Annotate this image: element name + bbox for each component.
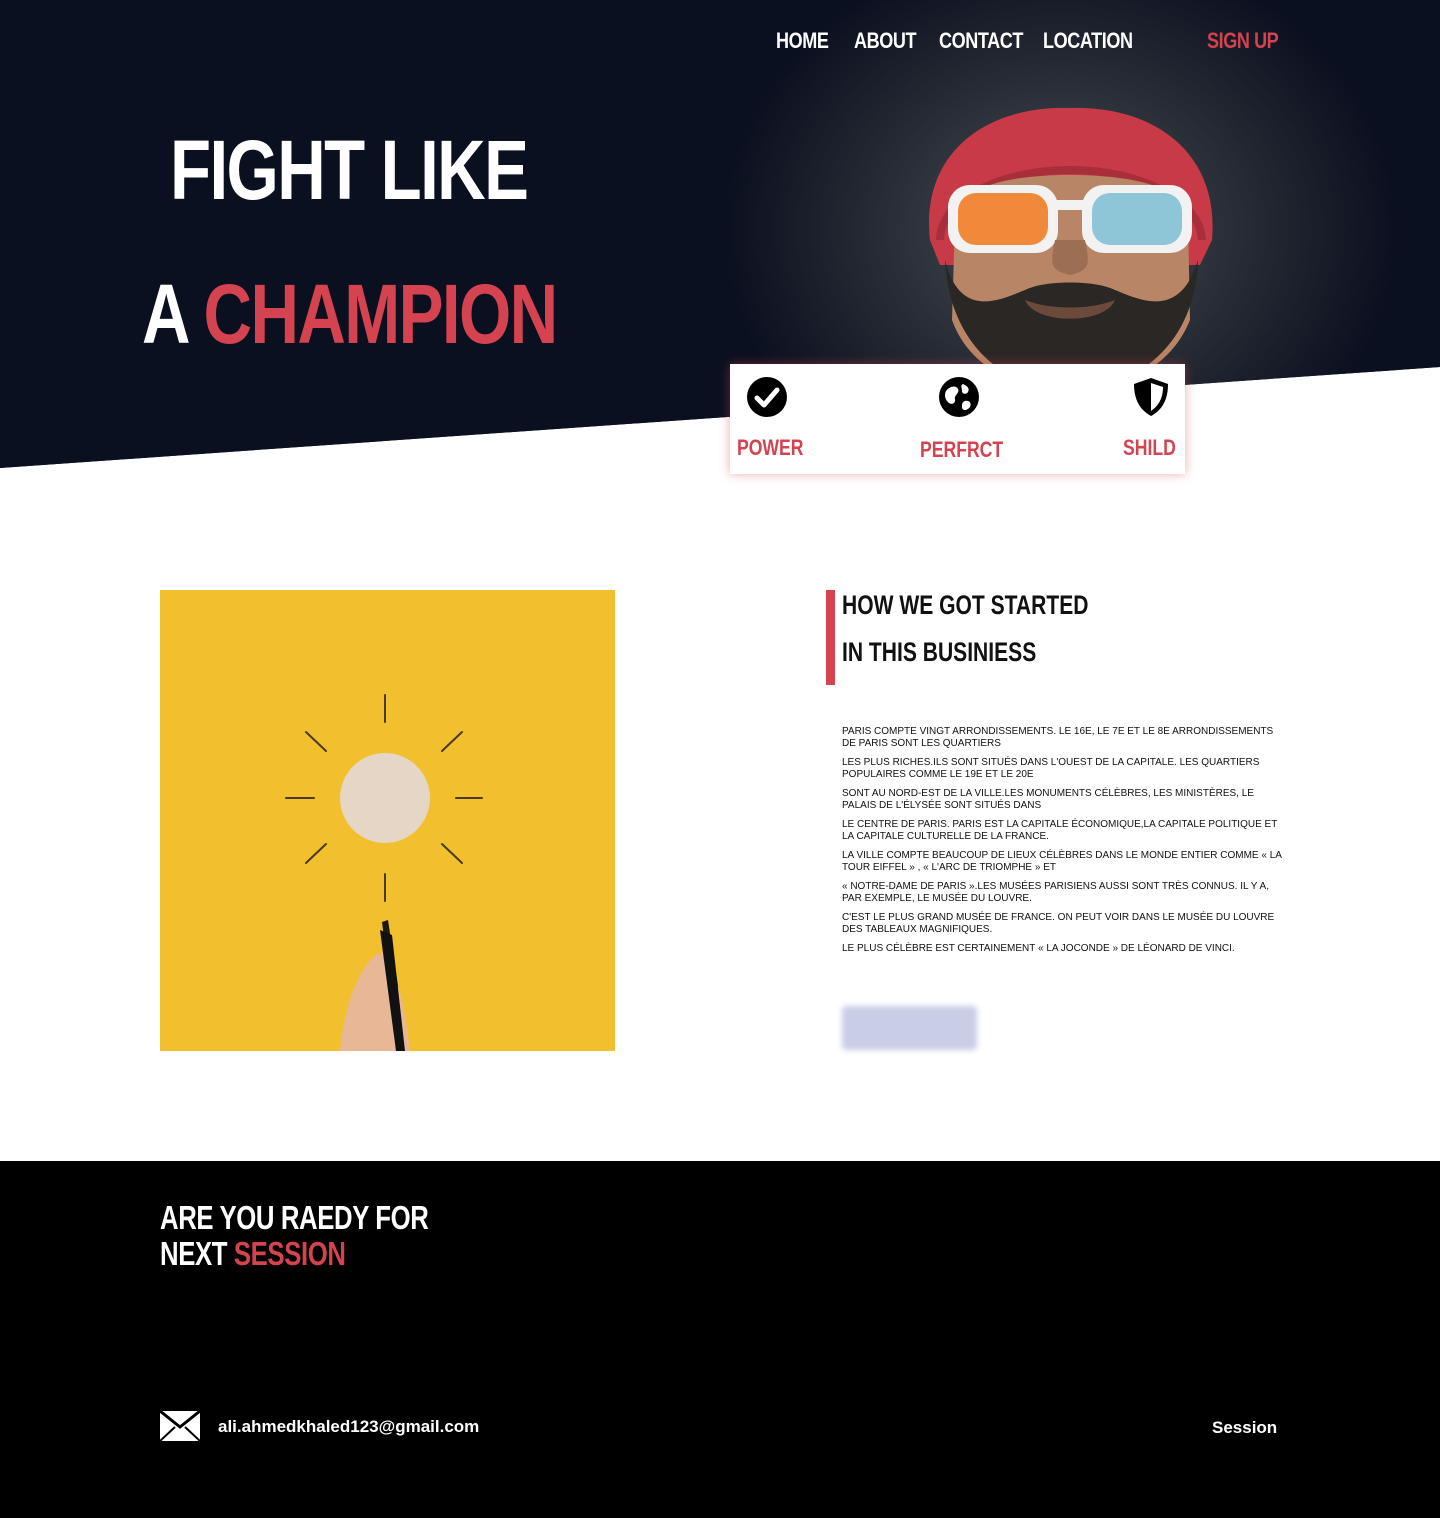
check-circle-icon	[747, 377, 787, 417]
mail-icon	[160, 1411, 200, 1441]
read-more-button[interactable]	[842, 1006, 977, 1050]
hero-title-line2: A CHAMPION	[142, 266, 559, 363]
about-paragraph: LE PLUS CÉLÈBRE EST CERTAINEMENT « LA JO…	[842, 943, 1235, 954]
shield-icon	[1134, 378, 1168, 416]
hero-title-prefix: A	[142, 267, 188, 361]
feature-power: POWER	[730, 364, 880, 474]
feature-shild: SHILD	[1040, 364, 1185, 474]
nav-contact-link[interactable]: CONTACT	[939, 28, 1023, 54]
footer-heading-line1: ARE YOU RAEDY FOR	[160, 1199, 429, 1236]
footer-session-link[interactable]: Session	[1212, 1418, 1277, 1438]
hero-title-accent: CHAMPION	[203, 267, 559, 361]
hero-title-line1: FIGHT LIKE	[170, 123, 529, 217]
about-paragraph: LES PLUS RICHES.ILS SONT SITUÉS DANS L'O…	[842, 757, 1260, 780]
nav-signup-link[interactable]: SIGN UP	[1207, 28, 1279, 54]
about-paragraph: LA VILLE COMPTE BEAUCOUP DE LIEUX CÉLÈBR…	[842, 850, 1282, 873]
feature-perfrct: PERFRCT	[880, 364, 1040, 474]
man-portrait-image	[929, 107, 1213, 390]
main-nav: HOME ABOUT CONTACT LOCATION SIGN UP	[0, 28, 1440, 58]
footer-email-link[interactable]: ali.ahmedkhaled123@gmail.com	[218, 1417, 479, 1437]
heading-accent-bar	[826, 590, 835, 685]
about-paragraph: LE CENTRE DE PARIS. PARIS EST LA CAPITAL…	[842, 819, 1278, 842]
sun-drawing-image	[160, 590, 615, 1051]
footer-heading-line2: NEXT SESSION	[160, 1235, 346, 1273]
about-paragraph: PARIS COMPTE VINGT ARRONDISSEMENTS. LE 1…	[842, 726, 1274, 749]
feature-perfrct-label: PERFRCT	[920, 437, 1004, 462]
about-paragraph: SONT AU NORD-EST DE LA VILLE.LES MONUMEN…	[842, 788, 1254, 811]
footer: ARE YOU RAEDY FOR NEXT SESSION ali.ahmed…	[0, 1161, 1440, 1518]
about-heading-line1: HOW WE GOT STARTED	[842, 590, 1089, 620]
footer-heading-prefix: NEXT	[160, 1235, 228, 1272]
about-paragraphs: PARIS COMPTE VINGT ARRONDISSEMENTS. LE 1…	[842, 726, 1282, 962]
hero-section: HOME ABOUT CONTACT LOCATION SIGN UP FIGH…	[0, 0, 1440, 468]
about-heading-line2: IN THIS BUSINIESS	[842, 637, 1037, 667]
feature-shild-label: SHILD	[1123, 435, 1176, 460]
nav-location-link[interactable]: LOCATION	[1043, 28, 1133, 54]
about-paragraph: « NOTRE-DAME DE PARIS ».LES MUSÉES PARIS…	[842, 881, 1269, 904]
nav-home-link[interactable]: HOME	[776, 28, 829, 54]
feature-power-label: POWER	[737, 435, 804, 460]
footer-heading-accent: SESSION	[233, 1235, 346, 1272]
about-paragraph: C'EST LE PLUS GRAND MUSÉE DE FRANCE. ON …	[842, 912, 1275, 935]
globe-icon	[939, 377, 979, 417]
nav-about-link[interactable]: ABOUT	[854, 28, 916, 54]
features-card: POWER PERFRCT SHILD	[730, 364, 1185, 474]
